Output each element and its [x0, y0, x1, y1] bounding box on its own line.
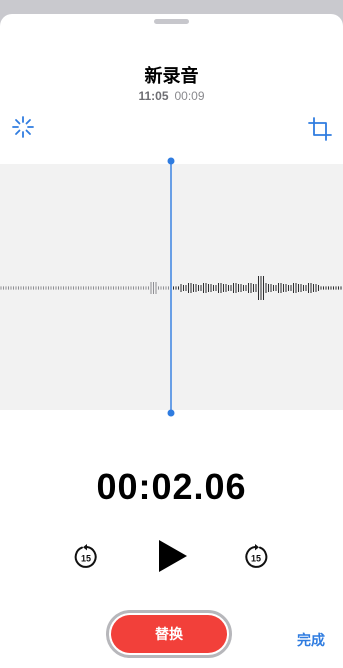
play-icon [159, 540, 187, 572]
playhead-handle [167, 157, 175, 165]
recording-editor-sheet: 新录音 11:05 00:09 00:02.06 15 15 替换 完成 [0, 14, 343, 668]
replace-button-label: 替换 [111, 615, 227, 653]
replace-button[interactable]: 替换 [106, 610, 232, 658]
playhead-handle [167, 409, 175, 417]
play-button[interactable] [156, 539, 188, 573]
magic-wand-icon [12, 116, 34, 138]
skip-forward-label: 15 [251, 554, 261, 564]
crop-button[interactable] [307, 116, 333, 142]
crop-icon [308, 117, 332, 141]
enhance-button[interactable] [10, 114, 36, 140]
waveform-editor[interactable] [0, 157, 343, 417]
done-button[interactable]: 完成 [297, 630, 325, 650]
skip-forward-15-icon: 15 [245, 544, 268, 568]
recording-subtitle: 11:05 00:09 [0, 89, 343, 103]
skip-back-15-button[interactable]: 15 [72, 543, 100, 571]
skip-forward-15-button[interactable]: 15 [242, 543, 270, 571]
playback-time: 00:02.06 [96, 466, 247, 507]
skip-back-label: 15 [81, 554, 91, 564]
recording-title[interactable]: 新录音 [0, 62, 343, 88]
recording-duration: 00:09 [174, 89, 205, 103]
waveform [0, 157, 342, 417]
recording-time: 11:05 [138, 89, 169, 103]
sheet-grabber[interactable] [154, 19, 189, 24]
skip-back-15-icon: 15 [74, 544, 97, 568]
